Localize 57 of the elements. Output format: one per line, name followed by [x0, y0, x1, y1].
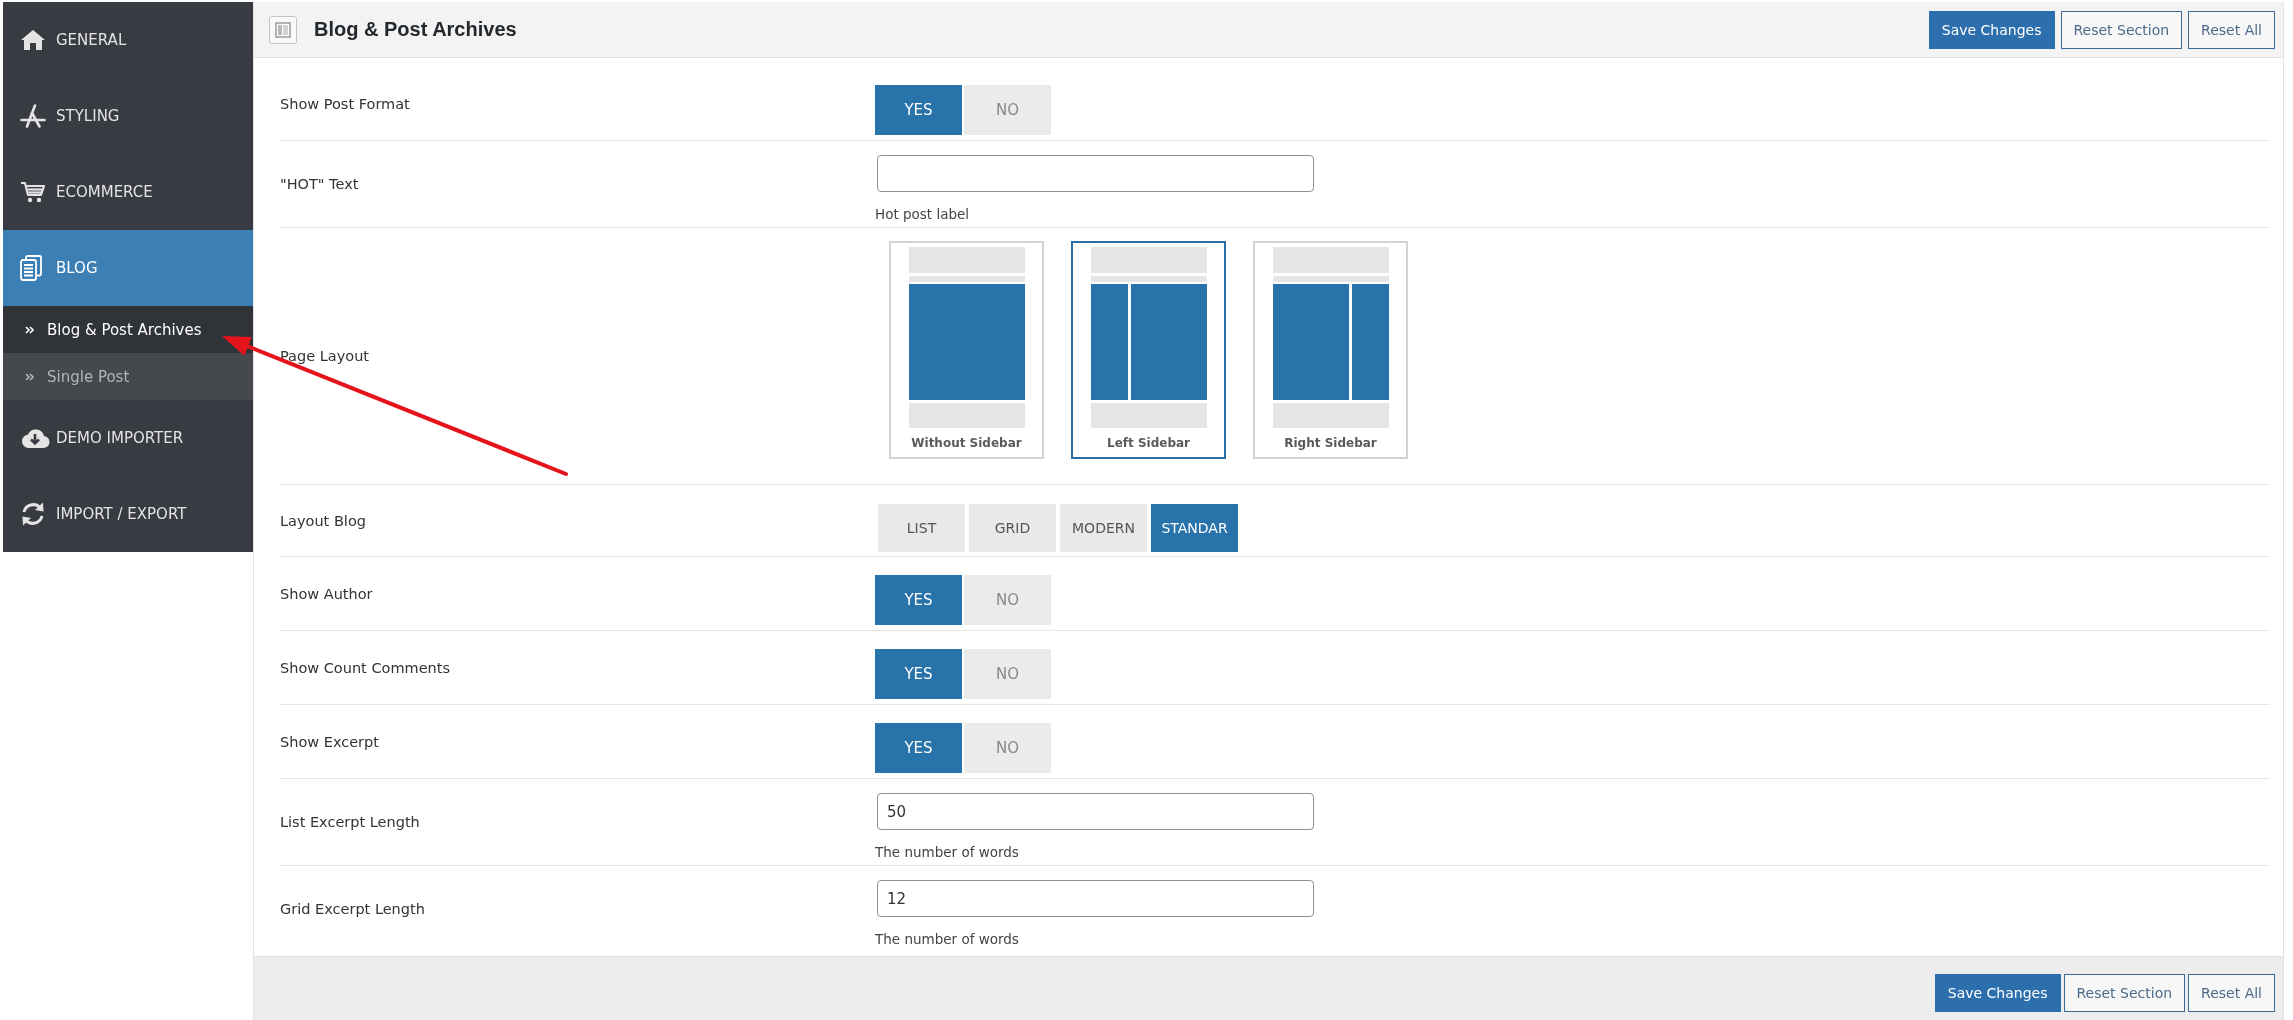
- layout-button[interactable]: LIST: [878, 504, 965, 552]
- home-icon: [20, 29, 46, 51]
- field-description: The number of words: [875, 843, 1020, 862]
- header-button[interactable]: Reset All: [2188, 10, 2275, 49]
- left-sidebar-wireframe-icon: [1090, 247, 1207, 428]
- field-label: Layout Blog: [280, 512, 367, 529]
- toggle-option[interactable]: NO: [964, 575, 1051, 625]
- header-button[interactable]: Save Changes: [1928, 10, 2055, 49]
- cloud-download-icon: [20, 427, 50, 449]
- toggle-option[interactable]: YES: [875, 575, 962, 625]
- field-label: "HOT" Text: [280, 176, 360, 192]
- field-label: Show Excerpt: [280, 733, 380, 750]
- a-frame-icon: [20, 104, 46, 128]
- sidebar-item[interactable]: IMPORT / EXPORT: [3, 476, 253, 552]
- footer-button[interactable]: Save Changes: [1934, 974, 2061, 1012]
- toggle-option[interactable]: NO: [964, 723, 1051, 773]
- layout-option[interactable]: Right Sidebar: [1253, 241, 1408, 459]
- field-label: Show Author: [280, 585, 374, 602]
- footer-button[interactable]: Reset All: [2188, 974, 2275, 1012]
- text-input[interactable]: 50: [877, 793, 1314, 830]
- field-label: List Excerpt Length: [280, 814, 421, 830]
- layout-button[interactable]: MODERN: [1060, 504, 1147, 552]
- toggle-option[interactable]: NO: [964, 649, 1051, 699]
- sidebar-subitem[interactable]: Blog & Post Archives: [3, 306, 253, 353]
- field-label: Show Count Comments: [280, 659, 451, 676]
- page-title: Blog & Post Archives: [314, 18, 517, 41]
- field-label: Show Post Format: [280, 95, 411, 112]
- double-chevron-icon: [25, 325, 34, 334]
- header-button[interactable]: Reset Section: [2060, 10, 2183, 49]
- double-chevron-icon: [25, 372, 34, 381]
- sidebar-item[interactable]: STYLING: [3, 78, 253, 154]
- field-description: The number of words: [875, 930, 1020, 949]
- panel-icon: [269, 15, 297, 44]
- right-sidebar-wireframe-icon: [1272, 247, 1389, 428]
- sidebar-item[interactable]: GENERAL: [3, 2, 253, 78]
- sidebar-item[interactable]: DEMO IMPORTER: [3, 400, 253, 476]
- shopping-cart-icon: [20, 181, 46, 203]
- toggle-option[interactable]: YES: [875, 85, 962, 135]
- documents-icon: [20, 255, 42, 281]
- toggle-option[interactable]: NO: [964, 85, 1051, 135]
- toggle-option[interactable]: YES: [875, 723, 962, 773]
- sidebar-subitem[interactable]: Single Post: [3, 353, 253, 400]
- footer-button[interactable]: Reset Section: [2063, 974, 2186, 1012]
- text-input[interactable]: [877, 155, 1314, 192]
- sidebar-item[interactable]: ECOMMERCE: [3, 154, 253, 230]
- field-label: Grid Excerpt Length: [280, 901, 426, 917]
- text-input[interactable]: 12: [877, 880, 1314, 917]
- layout-button[interactable]: GRID: [969, 504, 1056, 552]
- layout-option[interactable]: Without Sidebar: [889, 241, 1044, 459]
- refresh-icon: [20, 501, 46, 527]
- field-description: Hot post label: [875, 205, 971, 224]
- layout-button[interactable]: STANDAR: [1151, 504, 1238, 552]
- field-label: Page Layout: [280, 348, 370, 364]
- sidebar-item[interactable]: BLOG: [3, 230, 253, 306]
- toggle-option[interactable]: YES: [875, 649, 962, 699]
- layout-option[interactable]: Left Sidebar: [1071, 241, 1226, 459]
- no-sidebar-wireframe-icon: [908, 247, 1025, 428]
